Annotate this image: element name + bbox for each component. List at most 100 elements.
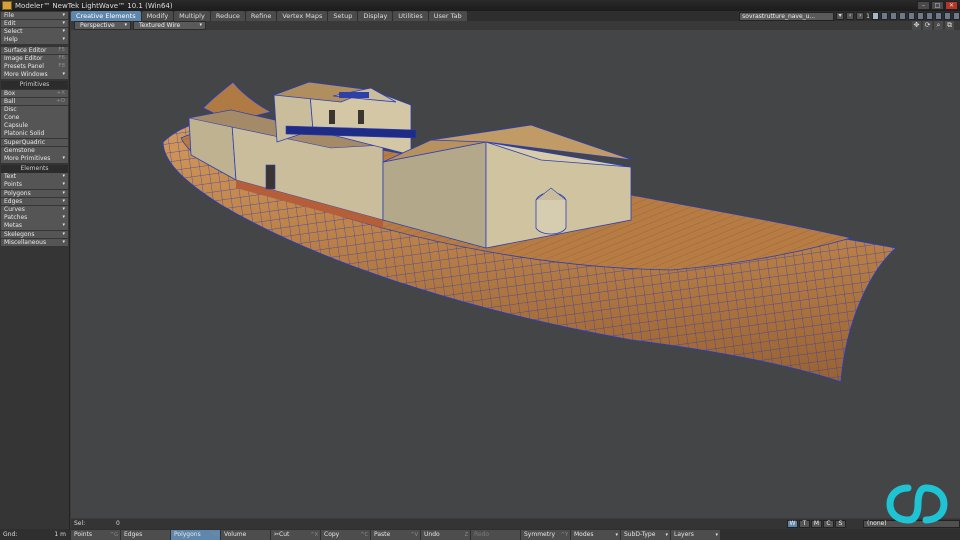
layer-3-cell[interactable] — [890, 12, 897, 20]
curves-menu[interactable]: Curves ▾ — [1, 205, 68, 214]
chevron-down-icon: ▾ — [199, 22, 202, 28]
chevron-down-icon: ▾ — [62, 205, 65, 212]
title-bar: Modeler™ NewTek LightWave™ 10.1 (Win64) … — [0, 0, 960, 11]
polygons-mode-button[interactable]: Polygons ^H — [171, 530, 220, 540]
symmetry-button[interactable]: Symmetry ^Y — [521, 530, 570, 540]
maximize-button[interactable]: □ — [931, 1, 944, 10]
layer-number: 1 — [866, 12, 870, 20]
capsule-tool-button[interactable]: Capsule — [1, 122, 68, 130]
viewport-header: Perspective ▾ Textured Wire ▾ ✥ ⟳ ⌕ ⧉ — [71, 21, 960, 30]
miscellaneous-menu[interactable]: Miscellaneous ▾ — [1, 238, 68, 247]
skelegons-menu[interactable]: Skelegons ▾ — [1, 230, 68, 239]
tab-user-tab[interactable]: User Tab — [428, 11, 467, 21]
close-button[interactable]: ✕ — [945, 1, 958, 10]
view-type-dropdown[interactable]: Perspective ▾ — [74, 21, 131, 30]
lightwave-app-icon — [2, 1, 12, 10]
grid-status: Gnd: 1 m — [0, 529, 71, 540]
chevron-down-icon: ▾ — [62, 189, 65, 196]
layer-5-cell[interactable] — [908, 12, 915, 20]
layer-4-cell[interactable] — [899, 12, 906, 20]
weight-map-button[interactable]: W — [787, 520, 798, 528]
metas-menu[interactable]: Metas ▾ — [1, 222, 68, 230]
more-windows-menu[interactable]: More Windows ▾ — [1, 71, 68, 79]
selection-status-row: Sel: 0 W T M C S (none) — [71, 519, 960, 529]
paste-button[interactable]: Paste ^V — [371, 530, 420, 540]
platonic-solid-tool-button[interactable]: Platonic Solid — [1, 130, 68, 139]
cut-button[interactable]: ✂Cut ^X — [271, 530, 320, 540]
layer-next-icon[interactable]: › — [856, 12, 865, 20]
edges-mode-button[interactable]: Edges — [121, 530, 170, 540]
more-primitives-menu[interactable]: More Primitives ▾ — [1, 155, 68, 163]
undo-button[interactable]: Undo Z — [421, 530, 470, 540]
bottom-mode-bar: Points ^G Edges Polygons ^H Volume ✂Cut ^X … — [71, 529, 960, 540]
copy-button[interactable]: Copy ^C — [321, 530, 370, 540]
tab-creative-elements[interactable]: Creative Elements — [71, 11, 141, 21]
layer-9-cell[interactable] — [944, 12, 951, 20]
patches-menu[interactable]: Patches ▾ — [1, 214, 68, 222]
cone-tool-button[interactable]: Cone — [1, 114, 68, 122]
window-controls: – □ ✕ — [917, 1, 958, 10]
texture-map-button[interactable]: T — [799, 520, 810, 528]
selection-set-button[interactable]: S — [835, 520, 846, 528]
perspective-viewport[interactable] — [71, 30, 960, 518]
sel-label: Sel: — [74, 520, 86, 527]
help-menu[interactable]: Help ▾ — [1, 36, 68, 44]
tab-modify[interactable]: Modify — [141, 11, 174, 21]
tab-multiply[interactable]: Multiply — [174, 11, 210, 21]
tab-refine[interactable]: Refine — [245, 11, 277, 21]
select-menu[interactable]: Select ▾ — [1, 27, 68, 36]
text-menu[interactable]: Text ▾ — [1, 173, 68, 181]
render-style-dropdown[interactable]: Textured Wire ▾ — [133, 21, 206, 30]
chevron-down-icon: ▾ — [715, 532, 718, 538]
layer-6-cell[interactable] — [917, 12, 924, 20]
file-menu[interactable]: File ▾ — [1, 11, 68, 20]
layer-8-cell[interactable] — [935, 12, 942, 20]
tab-utilities[interactable]: Utilities — [393, 11, 428, 21]
layer-7-cell[interactable] — [926, 12, 933, 20]
edges-menu[interactable]: Edges ▾ — [1, 197, 68, 206]
presets-panel-button[interactable]: Presets Panel F8 — [1, 63, 68, 71]
layer-10-cell[interactable] — [953, 12, 960, 20]
color-map-button[interactable]: C — [823, 520, 834, 528]
subd-type-dropdown[interactable]: SubD-Type ▾ — [621, 530, 670, 540]
current-object-select[interactable]: sovrastrutture_nave_u... — [739, 11, 835, 21]
image-editor-button[interactable]: Image Editor F6 — [1, 54, 68, 63]
morph-map-button[interactable]: M — [811, 520, 822, 528]
box-tool-button[interactable]: Box +X — [1, 89, 68, 98]
layer-1-cell[interactable] — [872, 12, 879, 20]
redo-button[interactable]: Redo — [471, 530, 520, 540]
object-dropdown-chevron-icon[interactable]: ▾ — [836, 12, 845, 20]
chevron-down-icon: ▾ — [62, 222, 65, 229]
surface-editor-button[interactable]: Surface Editor F5 — [1, 46, 68, 55]
volume-mode-button[interactable]: Volume — [221, 530, 270, 540]
move-view-icon[interactable]: ✥ — [912, 21, 921, 30]
polygons-menu[interactable]: Polygons ▾ — [1, 189, 68, 198]
maximize-viewport-icon[interactable]: ⧉ — [945, 21, 954, 30]
disc-tool-button[interactable]: Disc — [1, 105, 68, 114]
selection-count: 0 — [116, 520, 120, 527]
minimize-button[interactable]: – — [917, 1, 930, 10]
layers-dropdown[interactable]: Layers ▾ — [671, 530, 720, 540]
chevron-down-icon: ▾ — [62, 11, 65, 18]
primitives-header: Primitives — [1, 81, 68, 89]
grid-label: Gnd: — [3, 531, 18, 538]
chevron-down-icon: ▾ — [62, 173, 65, 180]
points-menu[interactable]: Points ▾ — [1, 181, 68, 190]
tab-reduce[interactable]: Reduce — [210, 11, 245, 21]
points-mode-button[interactable]: Points ^G — [71, 530, 120, 540]
chevron-down-icon: ▾ — [62, 181, 65, 188]
layer-2-cell[interactable] — [881, 12, 888, 20]
rotate-view-icon[interactable]: ⟳ — [923, 21, 932, 30]
edit-menu[interactable]: Edit ▾ — [1, 19, 68, 28]
tab-display[interactable]: Display — [358, 11, 393, 21]
tab-setup[interactable]: Setup — [328, 11, 358, 21]
chevron-down-icon: ▾ — [62, 19, 65, 26]
tab-vertex-maps[interactable]: Vertex Maps — [277, 11, 328, 21]
ball-tool-button[interactable]: Ball +O — [1, 97, 68, 106]
modes-dropdown[interactable]: Modes ▾ — [571, 530, 620, 540]
superquadric-tool-button[interactable]: SuperQuadric — [1, 138, 68, 147]
chevron-down-icon: ▾ — [62, 155, 65, 161]
gemstone-tool-button[interactable]: Gemstone — [1, 146, 68, 155]
zoom-view-icon[interactable]: ⌕ — [934, 21, 943, 30]
layer-prev-icon[interactable]: ‹ — [846, 12, 855, 20]
